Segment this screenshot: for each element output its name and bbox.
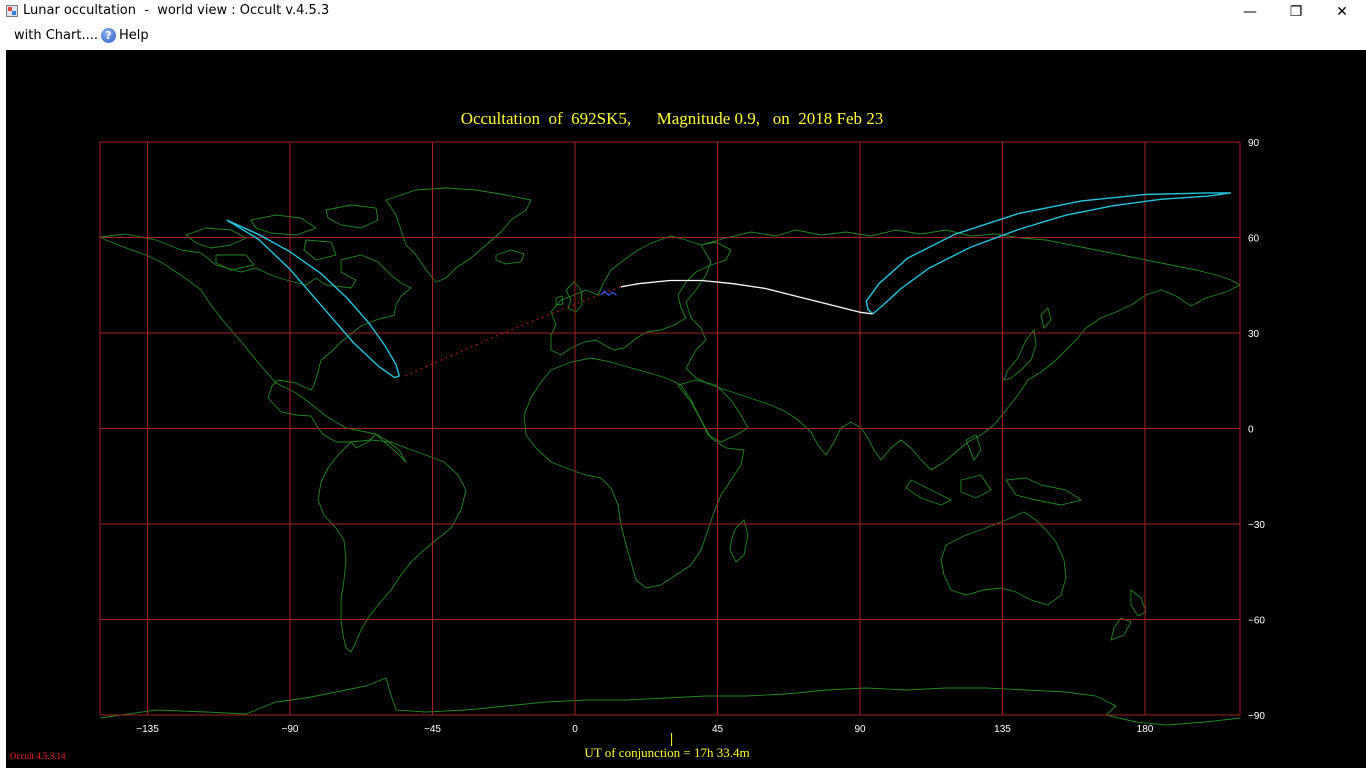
x-tick-label: 180 bbox=[1137, 724, 1154, 735]
y-tick-label: 30 bbox=[1248, 329, 1260, 340]
maximize-button[interactable]: ❐ bbox=[1273, 0, 1319, 24]
window-app-icon bbox=[6, 5, 18, 17]
conjunction-time: UT of conjunction = 17h 33.4m bbox=[584, 745, 749, 760]
question-circle-icon[interactable]: ? bbox=[101, 28, 116, 43]
chart-title: Occultation of 692SK5, Magnitude 0.9, on… bbox=[461, 109, 884, 128]
menu-help[interactable]: Help bbox=[119, 28, 149, 43]
x-tick-label: 135 bbox=[994, 724, 1011, 735]
y-tick-label: 60 bbox=[1248, 234, 1260, 245]
x-tick-label: 45 bbox=[712, 724, 724, 735]
y-tick-label: −30 bbox=[1248, 520, 1265, 531]
y-tick-label: 90 bbox=[1248, 138, 1260, 149]
y-tick-label: −90 bbox=[1248, 711, 1265, 722]
version-label: Occult 4.5.3.14 bbox=[10, 751, 66, 761]
x-tick-label: 0 bbox=[572, 724, 578, 735]
close-button[interactable]: ✕ bbox=[1319, 0, 1365, 24]
x-tick-label: 90 bbox=[854, 724, 866, 735]
menu-bar: with Chart.... Help bbox=[0, 24, 1366, 48]
window-title: Lunar occultation - world view : Occult … bbox=[23, 3, 330, 18]
title-bar: Lunar occultation - world view : Occult … bbox=[0, 0, 1366, 24]
x-tick-label: −45 bbox=[424, 724, 441, 735]
y-tick-label: 0 bbox=[1248, 425, 1254, 436]
minimize-button[interactable]: — bbox=[1227, 0, 1273, 24]
chart-area: −135 −90 −45 0 45 90 135 180 90 60 30 0 −30 −60 −90 Oc… bbox=[6, 50, 1366, 768]
x-tick-label: −135 bbox=[136, 724, 159, 735]
x-tick-label: −90 bbox=[282, 724, 299, 735]
chart-background bbox=[6, 50, 1366, 768]
y-tick-label: −60 bbox=[1248, 616, 1265, 627]
menu-with-chart[interactable]: with Chart.... bbox=[14, 28, 98, 43]
world-map-chart: −135 −90 −45 0 45 90 135 180 90 60 30 0 −30 −60 −90 Oc… bbox=[6, 50, 1366, 768]
